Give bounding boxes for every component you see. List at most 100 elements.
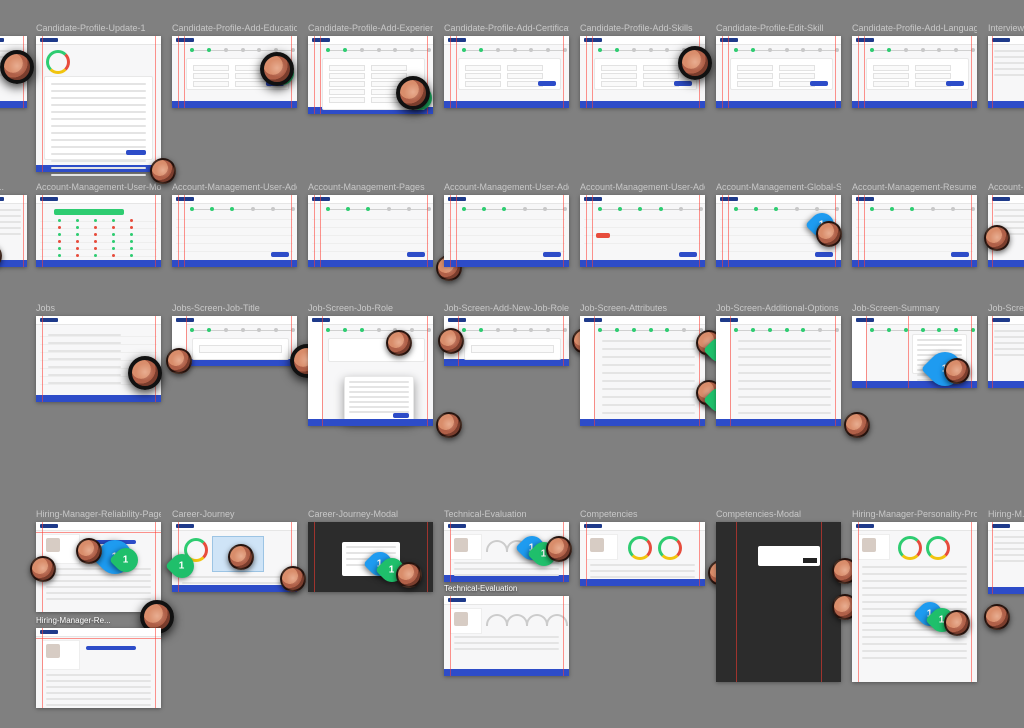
comment-avatar[interactable] [30,556,56,582]
artboard[interactable] [716,36,841,108]
frame-label[interactable]: Account-Management-Resume-Aut... [852,182,977,192]
frame[interactable]: Candidate-Profile-Edit-Skill [716,36,841,108]
frame[interactable]: Job-Screen-Job-Role [308,316,433,426]
comment-avatar[interactable] [944,358,970,384]
comment-avatar[interactable] [984,225,1010,251]
frame[interactable]: Account-Management-Global-Setti...1 [716,195,841,267]
comment-avatar[interactable] [436,412,462,438]
comment-avatar[interactable] [76,538,102,564]
artboard[interactable] [988,522,1024,594]
frame-label[interactable]: Competencies-Modal [716,509,801,519]
artboard[interactable] [580,195,705,267]
frame[interactable]: Hiring-Manager-Re... [36,628,161,708]
frame-label[interactable]: Account-Management-Pages [308,182,425,192]
frame-label[interactable]: Candidate-Profile-Add-Certification [444,23,569,33]
frame[interactable]: Account-Management-User-Add-N... [172,195,297,267]
frame[interactable]: Competencies [580,522,705,586]
artboard[interactable] [852,522,977,682]
frame-label[interactable]: Candidate-Profile-Add-Education [172,23,297,33]
artboard[interactable] [852,195,977,267]
artboard[interactable] [852,36,977,108]
frame-label[interactable]: Job-Scre... [988,303,1024,313]
frame-label[interactable]: Candidate-Profile-Edit-Skill [716,23,824,33]
frame[interactable]: Account-Management-User-Add-N... [444,195,569,267]
frame[interactable]: Technical-Evaluation11 [444,522,569,582]
frame[interactable]: Job-Screen-Summary1 [852,316,977,388]
frame-label[interactable]: Account-Management-User-Add-P... [580,182,705,192]
frame[interactable]: Career-Journey-Modal11 [308,522,433,592]
frame[interactable]: d-N... [0,195,27,267]
artboard[interactable] [36,195,161,267]
frame-label[interactable]: Job-Screen-Additional-Options [716,303,839,313]
frame[interactable]: Jobs-Screen-Job-Title [172,316,297,366]
frame-label[interactable]: Account-Management-User-Add-N... [172,182,297,192]
frame-label[interactable]: Job-Screen-Job-Role [308,303,393,313]
frame-label[interactable]: Hiring-Manager-Reliability-Page [36,509,161,519]
artboard[interactable] [444,195,569,267]
frame[interactable]: Technical-Evaluation [444,596,569,676]
comment-avatar[interactable] [260,52,294,86]
frame[interactable]: Hiring-M... [988,522,1024,594]
frame[interactable]: Job-Screen-Additional-Options [716,316,841,426]
frame-label[interactable]: Candidate-Profile-Add-Skills [580,23,693,33]
comment-avatar[interactable] [150,158,176,184]
frame-label[interactable]: d-N... [0,182,4,192]
frame[interactable]: Candidate-Profile-Add-Language [852,36,977,108]
frame[interactable]: Account-Management-User-Add-P... [580,195,705,267]
frame[interactable]: Jobs [36,316,161,402]
frame-label[interactable]: Jobs [36,303,55,313]
frame[interactable]: Candidate-Profile-Update-1 [36,36,161,172]
comment-avatar[interactable] [984,604,1010,630]
figma-canvas[interactable]: Candidate-Profile-Update-1Candidate-Prof… [0,0,1024,728]
frame[interactable]: Account-... [988,195,1024,267]
artboard[interactable] [308,195,433,267]
artboard[interactable] [580,316,705,426]
artboard[interactable] [36,36,161,172]
frame[interactable]: Career-Journey1 [172,522,297,592]
frame-label[interactable]: Technical-Evaluation [444,584,517,593]
comment-avatar[interactable] [396,76,430,110]
frame-label[interactable]: Account-Management-User-Modules [36,182,161,192]
frame-label[interactable]: Hiring-Manager-Re... [36,616,111,625]
comment-avatar[interactable] [128,356,162,390]
artboard[interactable] [0,195,27,267]
frame[interactable]: Candidate-Profile-Add-Skills [580,36,705,108]
artboard[interactable] [444,36,569,108]
frame-label[interactable]: Account-... [988,182,1024,192]
comment-avatar[interactable] [166,348,192,374]
frame-label[interactable]: Career-Journey [172,509,235,519]
frame-label[interactable]: Account-Management-Global-Setti... [716,182,841,192]
frame[interactable]: Hiring-Manager-Personality-Profile11 [852,522,977,682]
frame[interactable]: Interview [988,36,1024,108]
frame-label[interactable]: Interview [988,23,1024,33]
comment-avatar[interactable] [844,412,870,438]
artboard[interactable] [988,316,1024,388]
comment-avatar[interactable] [546,536,572,562]
frame-label[interactable]: Career-Journey-Modal [308,509,398,519]
frame[interactable]: Account-Management-Pages [308,195,433,267]
frame[interactable]: Account-Management-Resume-Aut... [852,195,977,267]
comment-avatar[interactable] [386,330,412,356]
frame[interactable]: Competencies-Modal [716,522,841,682]
frame-label[interactable]: Account-Management-User-Add-N... [444,182,569,192]
comment-avatar[interactable] [678,46,712,80]
frame[interactable]: Hiring-Manager-Reliability-Page11 [36,522,161,612]
frame-label[interactable]: Candidate-Profile-Add-Experience [308,23,433,33]
frame-label[interactable]: Job-Screen-Summary [852,303,940,313]
comment-avatar[interactable] [816,221,842,247]
frame[interactable]: Candidate-Profile-Add-Experience1 [308,36,433,114]
frame-label[interactable]: Hiring-M... [988,509,1024,519]
artboard[interactable] [716,522,841,682]
comment-avatar[interactable] [228,544,254,570]
frame-label[interactable]: Candidate-Profile-Add-Language [852,23,977,33]
comment-avatar[interactable] [280,566,306,592]
frame-label[interactable]: Candidate-Profile-Update-1 [36,23,146,33]
frame[interactable]: Candidate-Profile-Add-Certification [444,36,569,108]
frame[interactable]: Account-Management-User-Modules [36,195,161,267]
comment-avatar[interactable] [396,562,422,588]
frame[interactable]: Job-Screen-Add-New-Job-Role [444,316,569,366]
frame[interactable]: Candidate-Profile-Add-Education1 [172,36,297,108]
artboard[interactable] [172,195,297,267]
frame-label[interactable]: Competencies [580,509,638,519]
frame-label[interactable]: Job-Screen-Add-New-Job-Role [444,303,569,313]
